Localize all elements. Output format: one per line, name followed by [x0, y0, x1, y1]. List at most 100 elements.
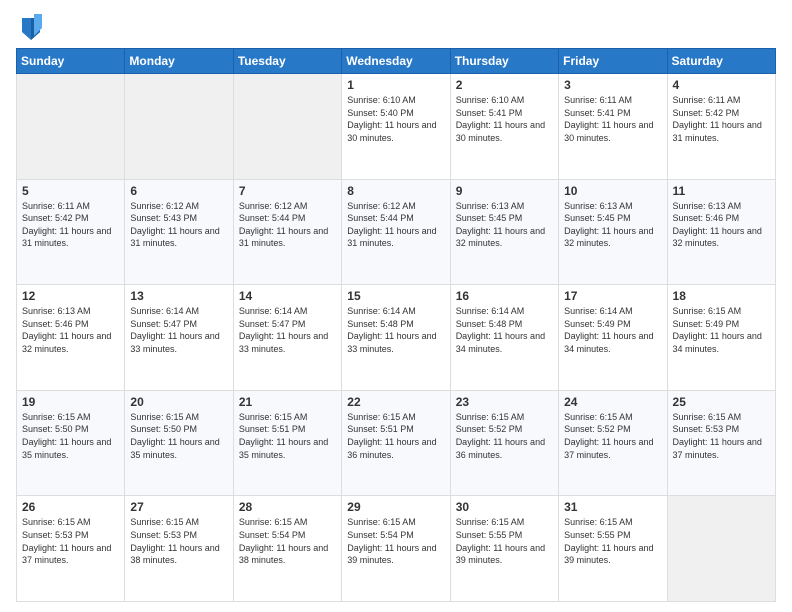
day-info: Sunrise: 6:15 AMSunset: 5:50 PMDaylight:…	[22, 411, 119, 461]
calendar-cell: 16Sunrise: 6:14 AMSunset: 5:48 PMDayligh…	[450, 285, 558, 391]
day-header-friday: Friday	[559, 49, 667, 74]
calendar-cell: 2 Sunrise: 6:10 AMSunset: 5:41 PMDaylight…	[450, 74, 558, 180]
day-info: Sunrise: 6:11 AMSunset: 5:42 PMDaylight:…	[22, 200, 119, 250]
calendar-cell: 9 Sunrise: 6:13 AMSunset: 5:45 PMDaylight…	[450, 179, 558, 285]
day-number: 22	[347, 395, 444, 409]
day-number: 28	[239, 500, 336, 514]
day-header-wednesday: Wednesday	[342, 49, 450, 74]
day-info: Sunrise: 6:13 AMSunset: 5:46 PMDaylight:…	[673, 200, 770, 250]
day-header-tuesday: Tuesday	[233, 49, 341, 74]
day-info: Sunrise: 6:15 AMSunset: 5:51 PMDaylight:…	[347, 411, 444, 461]
day-info: Sunrise: 6:15 AMSunset: 5:53 PMDaylight:…	[130, 516, 227, 566]
day-number: 6	[130, 184, 227, 198]
day-info: Sunrise: 6:15 AMSunset: 5:54 PMDaylight:…	[239, 516, 336, 566]
day-info: Sunrise: 6:15 AMSunset: 5:55 PMDaylight:…	[564, 516, 661, 566]
day-number: 17	[564, 289, 661, 303]
calendar-week-row: 5 Sunrise: 6:11 AMSunset: 5:42 PMDaylight…	[17, 179, 776, 285]
calendar-cell	[667, 496, 775, 602]
calendar-week-row: 19 Sunrise: 6:15 AMSunset: 5:50 PMDayligh…	[17, 390, 776, 496]
day-info: Sunrise: 6:12 AMSunset: 5:44 PMDaylight:…	[239, 200, 336, 250]
day-number: 15	[347, 289, 444, 303]
calendar-cell: 21Sunrise: 6:15 AMSunset: 5:51 PMDayligh…	[233, 390, 341, 496]
day-number: 12	[22, 289, 119, 303]
day-number: 18	[673, 289, 770, 303]
day-number: 24	[564, 395, 661, 409]
calendar-cell: 1 Sunrise: 6:10 AMSunset: 5:40 PMDaylight…	[342, 74, 450, 180]
day-info: Sunrise: 6:14 AMSunset: 5:49 PMDaylight:…	[564, 305, 661, 355]
day-header-sunday: Sunday	[17, 49, 125, 74]
calendar-week-row: 1 Sunrise: 6:10 AMSunset: 5:40 PMDaylight…	[17, 74, 776, 180]
calendar-cell: 26Sunrise: 6:15 AMSunset: 5:53 PMDayligh…	[17, 496, 125, 602]
day-info: Sunrise: 6:12 AMSunset: 5:43 PMDaylight:…	[130, 200, 227, 250]
day-number: 9	[456, 184, 553, 198]
calendar-cell: 6 Sunrise: 6:12 AMSunset: 5:43 PMDaylight…	[125, 179, 233, 285]
day-info: Sunrise: 6:13 AMSunset: 5:46 PMDaylight:…	[22, 305, 119, 355]
day-info: Sunrise: 6:14 AMSunset: 5:48 PMDaylight:…	[347, 305, 444, 355]
page: SundayMondayTuesdayWednesdayThursdayFrid…	[0, 0, 792, 612]
calendar-cell: 11 Sunrise: 6:13 AMSunset: 5:46 PMDayligh…	[667, 179, 775, 285]
day-info: Sunrise: 6:15 AMSunset: 5:52 PMDaylight:…	[456, 411, 553, 461]
day-number: 4	[673, 78, 770, 92]
calendar-cell	[125, 74, 233, 180]
day-number: 31	[564, 500, 661, 514]
day-number: 5	[22, 184, 119, 198]
day-info: Sunrise: 6:15 AMSunset: 5:50 PMDaylight:…	[130, 411, 227, 461]
day-info: Sunrise: 6:15 AMSunset: 5:53 PMDaylight:…	[673, 411, 770, 461]
day-info: Sunrise: 6:12 AMSunset: 5:44 PMDaylight:…	[347, 200, 444, 250]
day-number: 16	[456, 289, 553, 303]
calendar-cell: 5 Sunrise: 6:11 AMSunset: 5:42 PMDaylight…	[17, 179, 125, 285]
calendar-cell: 29 Sunrise: 6:15 AMSunset: 5:54 PMDayligh…	[342, 496, 450, 602]
calendar-cell: 7 Sunrise: 6:12 AMSunset: 5:44 PMDaylight…	[233, 179, 341, 285]
day-info: Sunrise: 6:15 AMSunset: 5:54 PMDaylight:…	[347, 516, 444, 566]
calendar-cell: 20 Sunrise: 6:15 AMSunset: 5:50 PMDayligh…	[125, 390, 233, 496]
calendar-cell: 15 Sunrise: 6:14 AMSunset: 5:48 PMDayligh…	[342, 285, 450, 391]
day-number: 3	[564, 78, 661, 92]
day-number: 25	[673, 395, 770, 409]
day-info: Sunrise: 6:11 AMSunset: 5:41 PMDaylight:…	[564, 94, 661, 144]
calendar-cell: 17 Sunrise: 6:14 AMSunset: 5:49 PMDayligh…	[559, 285, 667, 391]
calendar-week-row: 12 Sunrise: 6:13 AMSunset: 5:46 PMDayligh…	[17, 285, 776, 391]
calendar-cell: 27 Sunrise: 6:15 AMSunset: 5:53 PMDayligh…	[125, 496, 233, 602]
day-number: 2	[456, 78, 553, 92]
calendar-cell: 10 Sunrise: 6:13 AMSunset: 5:45 PMDayligh…	[559, 179, 667, 285]
day-number: 27	[130, 500, 227, 514]
calendar-cell: 31 Sunrise: 6:15 AMSunset: 5:55 PMDayligh…	[559, 496, 667, 602]
logo-icon	[20, 14, 42, 42]
logo	[16, 16, 42, 42]
day-info: Sunrise: 6:15 AMSunset: 5:49 PMDaylight:…	[673, 305, 770, 355]
calendar-cell: 22 Sunrise: 6:15 AMSunset: 5:51 PMDayligh…	[342, 390, 450, 496]
day-number: 10	[564, 184, 661, 198]
day-number: 13	[130, 289, 227, 303]
calendar-cell: 30Sunrise: 6:15 AMSunset: 5:55 PMDayligh…	[450, 496, 558, 602]
header	[16, 12, 776, 42]
calendar-cell: 18 Sunrise: 6:15 AMSunset: 5:49 PMDayligh…	[667, 285, 775, 391]
day-info: Sunrise: 6:13 AMSunset: 5:45 PMDaylight:…	[564, 200, 661, 250]
day-info: Sunrise: 6:15 AMSunset: 5:52 PMDaylight:…	[564, 411, 661, 461]
day-info: Sunrise: 6:14 AMSunset: 5:47 PMDaylight:…	[130, 305, 227, 355]
calendar-cell: 28 Sunrise: 6:15 AMSunset: 5:54 PMDayligh…	[233, 496, 341, 602]
calendar-cell: 3 Sunrise: 6:11 AMSunset: 5:41 PMDaylight…	[559, 74, 667, 180]
calendar-cell: 4 Sunrise: 6:11 AMSunset: 5:42 PMDaylight…	[667, 74, 775, 180]
day-info: Sunrise: 6:10 AMSunset: 5:41 PMDaylight:…	[456, 94, 553, 144]
day-info: Sunrise: 6:11 AMSunset: 5:42 PMDaylight:…	[673, 94, 770, 144]
calendar-cell: 13 Sunrise: 6:14 AMSunset: 5:47 PMDayligh…	[125, 285, 233, 391]
calendar-cell	[17, 74, 125, 180]
day-number: 1	[347, 78, 444, 92]
day-info: Sunrise: 6:15 AMSunset: 5:51 PMDaylight:…	[239, 411, 336, 461]
day-number: 7	[239, 184, 336, 198]
calendar-cell: 19 Sunrise: 6:15 AMSunset: 5:50 PMDayligh…	[17, 390, 125, 496]
calendar-cell: 8 Sunrise: 6:12 AMSunset: 5:44 PMDaylight…	[342, 179, 450, 285]
calendar-cell: 14Sunrise: 6:14 AMSunset: 5:47 PMDayligh…	[233, 285, 341, 391]
day-number: 11	[673, 184, 770, 198]
day-info: Sunrise: 6:15 AMSunset: 5:53 PMDaylight:…	[22, 516, 119, 566]
day-info: Sunrise: 6:10 AMSunset: 5:40 PMDaylight:…	[347, 94, 444, 144]
day-number: 20	[130, 395, 227, 409]
day-number: 8	[347, 184, 444, 198]
day-number: 29	[347, 500, 444, 514]
calendar-header-row: SundayMondayTuesdayWednesdayThursdayFrid…	[17, 49, 776, 74]
day-info: Sunrise: 6:13 AMSunset: 5:45 PMDaylight:…	[456, 200, 553, 250]
day-number: 19	[22, 395, 119, 409]
calendar-table: SundayMondayTuesdayWednesdayThursdayFrid…	[16, 48, 776, 602]
calendar-cell: 23Sunrise: 6:15 AMSunset: 5:52 PMDayligh…	[450, 390, 558, 496]
day-info: Sunrise: 6:15 AMSunset: 5:55 PMDaylight:…	[456, 516, 553, 566]
